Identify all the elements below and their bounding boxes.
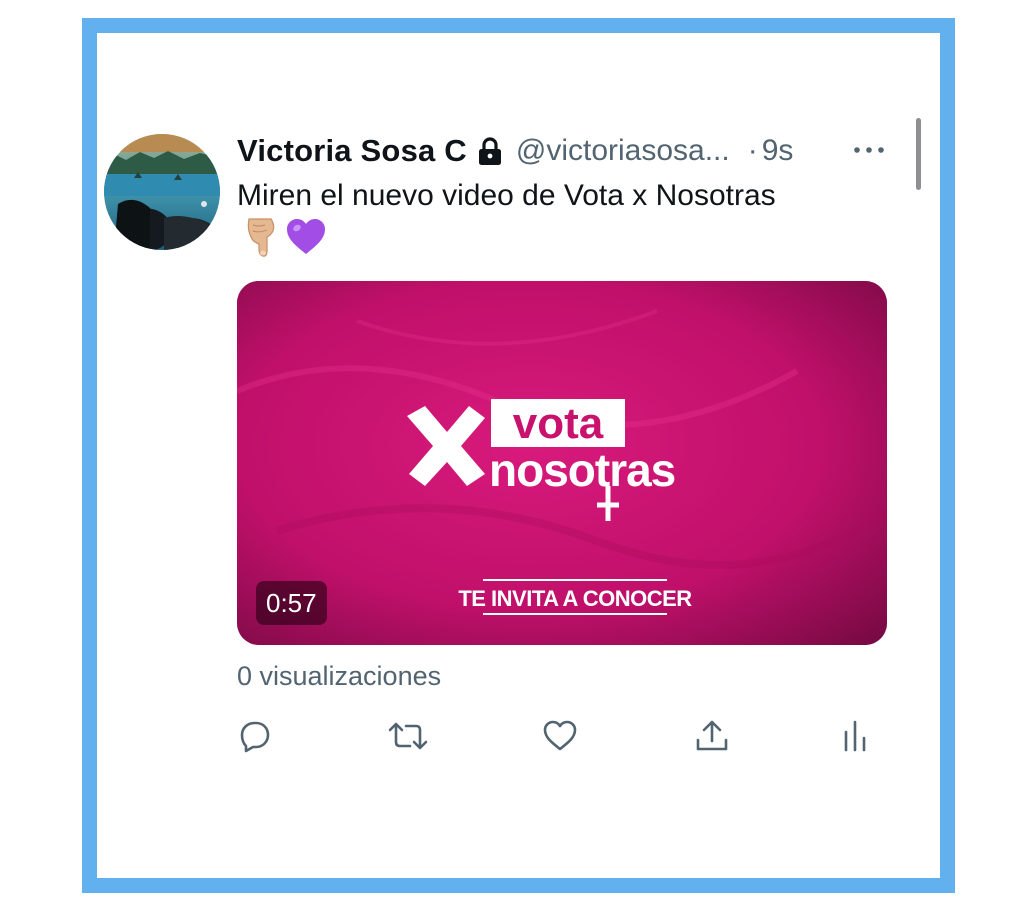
lock-icon — [476, 136, 504, 166]
like-button[interactable] — [542, 718, 578, 754]
reply-button[interactable] — [237, 718, 273, 754]
video-thumbnail: vota nosotras TE INVITA A CONOCER — [237, 281, 887, 645]
video-player[interactable]: vota nosotras TE INVITA A CONOCER — [237, 281, 887, 645]
tweet-emojis — [243, 216, 327, 262]
retweet-icon — [388, 722, 428, 750]
view-count[interactable]: 0 visualizaciones — [237, 658, 441, 694]
avatar[interactable] — [104, 134, 220, 250]
tweet-header: Victoria Sosa C @victoriasosa... · 9s — [237, 128, 793, 174]
video-tagline: TE INVITA A CONOCER — [458, 586, 692, 611]
tweet-text: Miren el nuevo video de Vota x Nosotras — [237, 179, 776, 212]
user-handle[interactable]: @victoriasosa... — [516, 134, 730, 168]
pointing-down-emoji-icon — [243, 215, 279, 264]
separator-dot: · — [747, 134, 758, 167]
analytics-button[interactable] — [840, 718, 876, 754]
timestamp[interactable]: 9s — [762, 134, 794, 168]
video-duration-badge: 0:57 — [256, 581, 327, 625]
reply-icon — [240, 721, 270, 753]
avatar-image — [104, 134, 220, 250]
more-options-icon[interactable] — [852, 142, 886, 158]
analytics-icon — [844, 720, 866, 752]
logo-top-text: vota — [513, 399, 604, 448]
purple-heart-emoji-icon — [285, 217, 327, 262]
scrollbar[interactable] — [916, 118, 921, 190]
display-name[interactable]: Victoria Sosa C — [237, 133, 467, 169]
like-icon — [543, 720, 577, 751]
logo-bottom-text: nosotras — [489, 444, 675, 496]
share-button[interactable] — [694, 718, 730, 754]
share-icon — [696, 720, 728, 751]
retweet-button[interactable] — [388, 718, 428, 754]
